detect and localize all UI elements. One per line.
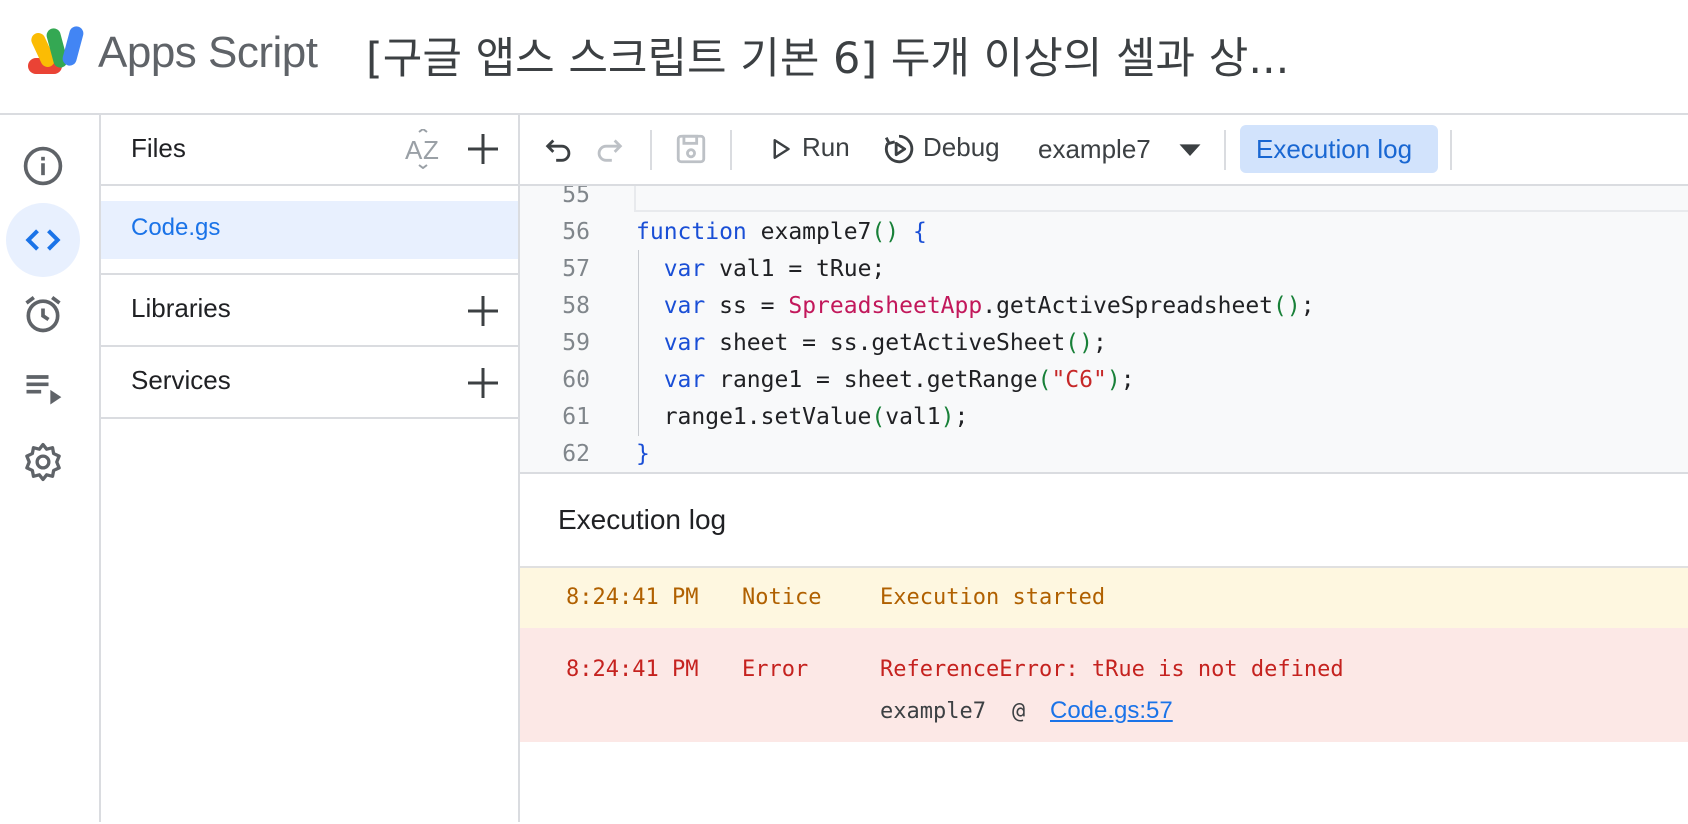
files-panel: Files A Z Code.gs Libraries Services — [101, 115, 520, 822]
stack-trace-at: @ — [1012, 699, 1026, 724]
code-line[interactable]: var sheet = ss.getActiveSheet(); — [636, 330, 1107, 356]
run-button[interactable]: Run — [802, 132, 850, 163]
triggers-button[interactable] — [6, 277, 80, 351]
code-line[interactable]: var ss = SpreadsheetApp.getActiveSpreads… — [636, 293, 1315, 319]
execution-log-panel: Execution log 8:24:41 PM Notice Executio… — [520, 472, 1688, 824]
stack-trace-link[interactable]: Code.gs:57 — [1050, 697, 1173, 725]
save-icon[interactable] — [674, 132, 708, 166]
log-level: Notice — [742, 585, 822, 610]
debug-icon[interactable] — [882, 132, 916, 166]
add-service-icon[interactable] — [465, 365, 501, 401]
chevron-down-icon[interactable] — [1176, 135, 1204, 163]
line-number: 57 — [562, 256, 590, 282]
editor-button[interactable] — [6, 203, 80, 277]
log-level: Error — [742, 657, 809, 682]
redo-icon[interactable] — [592, 132, 626, 166]
code-line[interactable]: range1.setValue(val1); — [636, 404, 969, 430]
code-line[interactable]: var val1 = tRue; — [636, 256, 886, 282]
log-time: 8:24:41 PM — [566, 657, 699, 682]
execution-log-title: Execution log — [558, 504, 727, 535]
execution-log-button[interactable]: Execution log — [1240, 125, 1438, 173]
code-line[interactable]: } — [636, 441, 650, 467]
execution-log-label: Execution log — [1256, 134, 1413, 164]
libraries-label: Libraries — [131, 293, 231, 323]
code-line[interactable]: function example7() { — [636, 219, 927, 245]
code-editor[interactable]: 55 56 57 58 59 60 61 62 function example… — [520, 186, 1688, 472]
line-gutter: 55 56 57 58 59 60 61 62 — [520, 186, 620, 472]
top-bar: Apps Script [구글 앱스 스크립트 기본 6] 두개 이상의 셀과 … — [0, 0, 1688, 115]
editor-toolbar: Run Debug example7 Execution log — [520, 115, 1688, 186]
sort-az-icon[interactable]: A Z — [403, 129, 443, 169]
file-name: Code.gs — [131, 214, 221, 241]
function-select[interactable]: example7 — [1038, 134, 1151, 165]
line-number: 56 — [562, 219, 590, 245]
info-icon — [23, 146, 63, 186]
gear-icon — [25, 442, 61, 482]
add-file-icon[interactable] — [465, 131, 501, 167]
executions-button[interactable] — [6, 351, 80, 425]
left-rail — [0, 115, 101, 822]
log-message: ReferenceError: tRue is not defined — [880, 657, 1344, 682]
stack-trace-function: example7 — [880, 699, 986, 724]
svg-text:Z: Z — [423, 135, 439, 165]
line-number: 62 — [562, 441, 590, 467]
undo-icon[interactable] — [542, 132, 576, 166]
log-entry-notice: 8:24:41 PM Notice Execution started — [520, 566, 1688, 630]
add-library-icon[interactable] — [465, 293, 501, 329]
line-number: 61 — [562, 404, 590, 430]
code-icon — [25, 229, 61, 251]
file-item-code-gs[interactable]: Code.gs — [101, 201, 518, 259]
current-line-highlight — [634, 186, 1688, 212]
executions-icon — [26, 375, 62, 405]
files-header: Files A Z — [101, 115, 518, 186]
log-time: 8:24:41 PM — [566, 585, 699, 610]
line-number: 59 — [562, 330, 590, 356]
libraries-section: Libraries — [101, 273, 518, 345]
debug-button[interactable]: Debug — [923, 132, 1000, 163]
code-line[interactable]: var range1 = sheet.getRange("C6"); — [636, 367, 1135, 393]
log-message: Execution started — [880, 585, 1106, 610]
services-section: Services — [101, 345, 518, 419]
svg-text:A: A — [405, 135, 423, 165]
settings-button[interactable] — [6, 425, 80, 499]
app-name: Apps Script — [98, 28, 318, 77]
line-number: 58 — [562, 293, 590, 319]
alarm-icon — [25, 296, 61, 333]
apps-script-logo[interactable] — [26, 24, 90, 78]
line-number: 55 — [562, 186, 590, 208]
line-number: 60 — [562, 367, 590, 393]
files-title: Files — [131, 133, 186, 163]
overview-button[interactable] — [6, 129, 80, 203]
services-label: Services — [131, 365, 231, 395]
log-entry-error: 8:24:41 PM Error ReferenceError: tRue is… — [520, 628, 1688, 742]
play-icon[interactable] — [766, 132, 796, 166]
project-title[interactable]: [구글 앱스 스크립트 기본 6] 두개 이상의 셀과 상... — [366, 24, 1289, 86]
